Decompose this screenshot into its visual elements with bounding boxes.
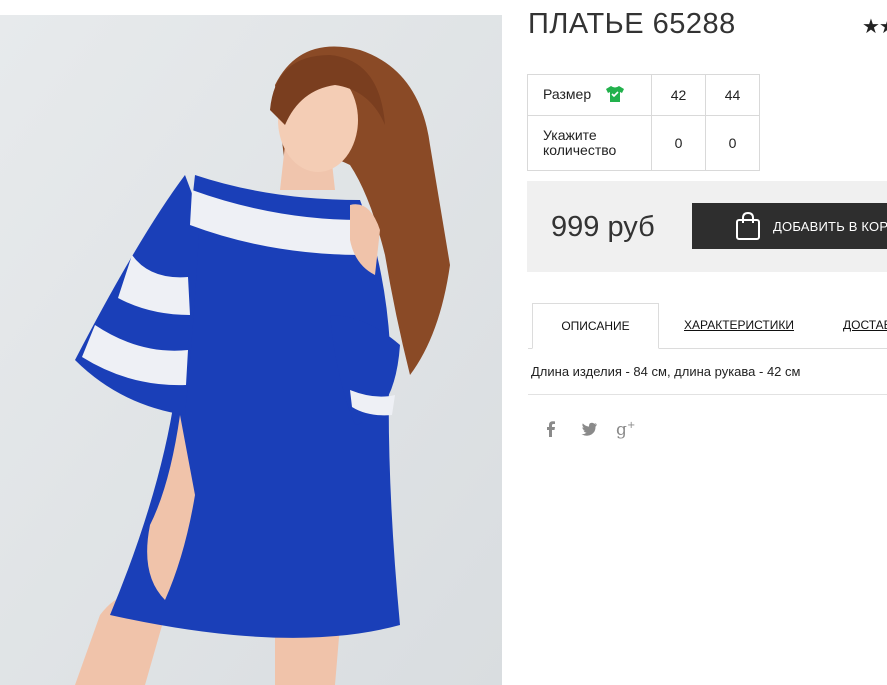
- facebook-icon[interactable]: [541, 419, 561, 439]
- svg-text:+: +: [627, 420, 635, 431]
- size-row: Размер 42 44: [527, 74, 760, 116]
- tab-characteristics[interactable]: ХАРАКТЕРИСТИКИ: [684, 303, 794, 348]
- quantity-label-line1: Укажите: [543, 127, 597, 143]
- quantity-input-44[interactable]: 0: [705, 115, 760, 171]
- add-to-cart-label: ДОБАВИТЬ В КОРЗИНУ: [773, 219, 887, 234]
- shopping-bag-icon: [734, 211, 762, 246]
- quantity-input-42[interactable]: 0: [651, 115, 706, 171]
- svg-text:g: g: [616, 420, 627, 439]
- google-plus-icon[interactable]: g +: [616, 419, 636, 440]
- size-label-cell: Размер: [527, 74, 652, 116]
- description-text: Длина изделия - 84 см, длина рукава - 42…: [531, 364, 801, 379]
- size-label: Размер: [543, 85, 592, 102]
- size-42: 42: [651, 74, 706, 116]
- tab-description[interactable]: ОПИСАНИЕ: [532, 303, 659, 349]
- tab-delivery[interactable]: ДОСТАВКА: [843, 303, 887, 348]
- rating-stars[interactable]: ★★: [862, 14, 887, 39]
- product-title: ПЛАТЬЕ 65288: [528, 8, 736, 40]
- price-bar: 999 руб ДОБАВИТЬ В КОРЗИНУ: [527, 181, 887, 272]
- size-quantity-table: Размер 42 44 Укажите количество 0 0: [527, 74, 760, 171]
- quantity-label: Укажите количество: [527, 115, 652, 171]
- add-to-cart-button[interactable]: ДОБАВИТЬ В КОРЗИНУ: [692, 203, 887, 249]
- size-44: 44: [705, 74, 760, 116]
- twitter-icon[interactable]: [579, 419, 599, 439]
- divider: [528, 394, 887, 395]
- quantity-label-line2: количество: [543, 142, 617, 158]
- product-photo[interactable]: [0, 15, 502, 685]
- shirt-icon[interactable]: [605, 85, 625, 106]
- quantity-row: Укажите количество 0 0: [527, 115, 760, 171]
- price: 999 руб: [551, 211, 655, 243]
- product-tabs: ОПИСАНИЕ ХАРАКТЕРИСТИКИ ДОСТАВКА: [528, 303, 887, 349]
